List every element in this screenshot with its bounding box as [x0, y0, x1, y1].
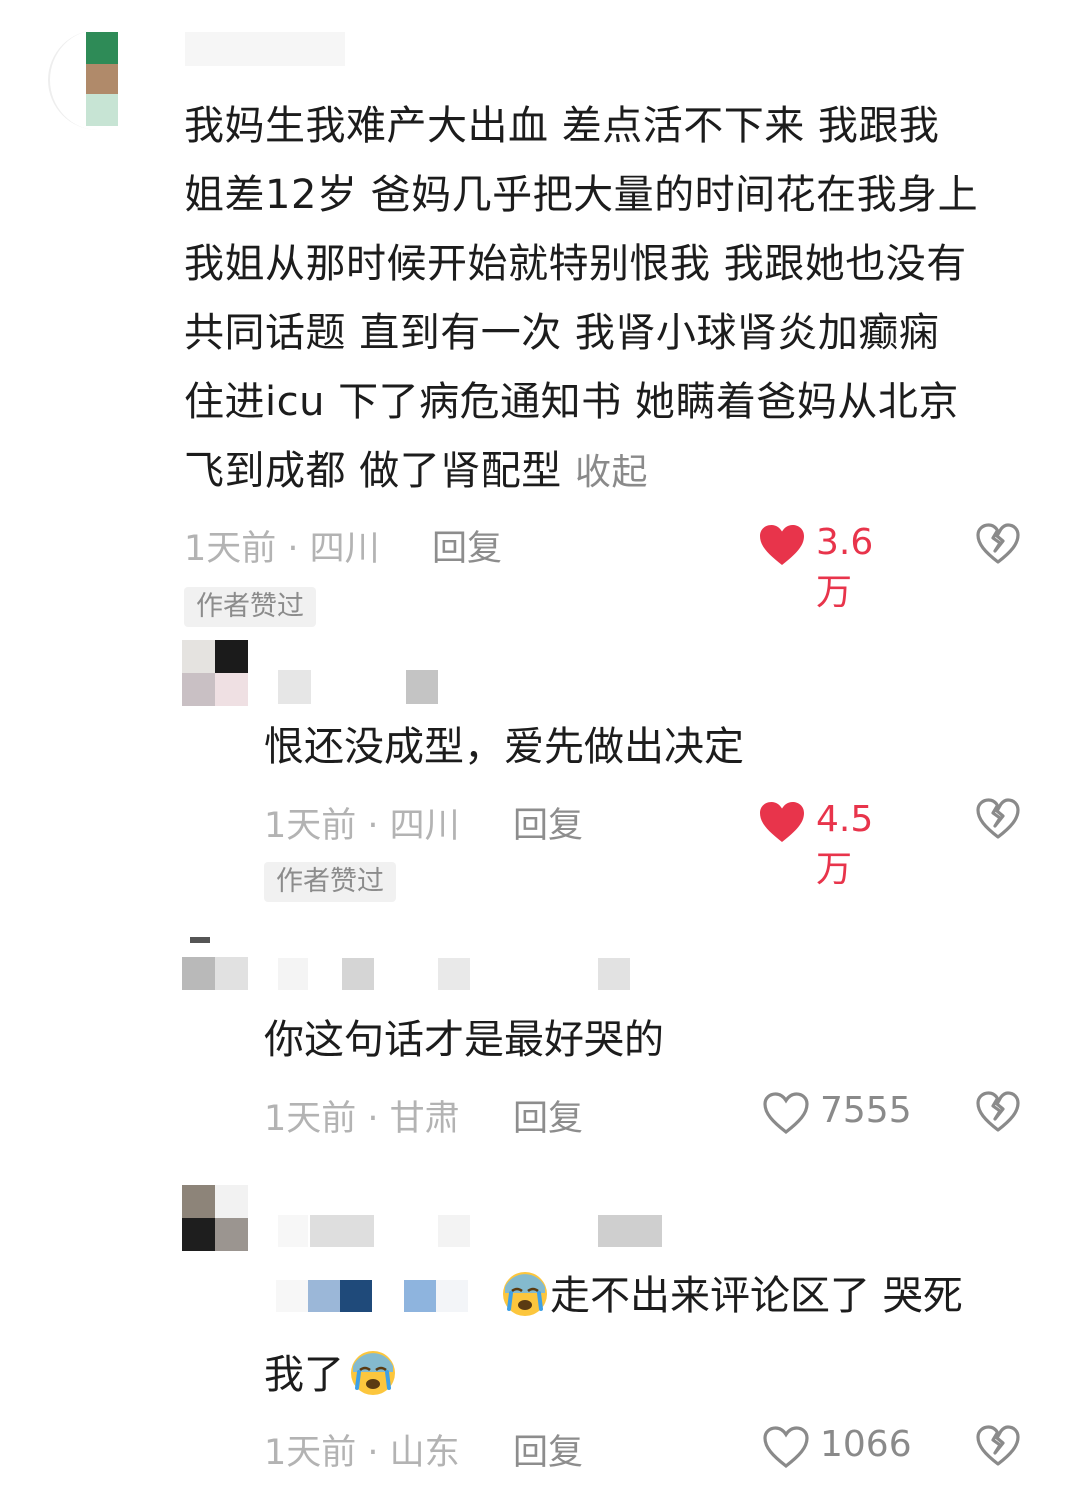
dislike-broken-heart-icon[interactable] [975, 1424, 1021, 1466]
dislike-broken-heart-icon[interactable] [975, 797, 1021, 839]
heart-outline-icon [763, 1426, 809, 1469]
crying-face-emoji [503, 1272, 547, 1316]
comment-line-text: 我了 [264, 1352, 344, 1398]
comment-text-line2: 我了 [264, 1341, 398, 1410]
username[interactable] [278, 670, 448, 704]
crying-face-emoji [351, 1351, 395, 1395]
comment-time-location: 1天前 · 山东 [264, 1433, 460, 1473]
like-button[interactable]: 1066 [762, 1422, 912, 1472]
like-button[interactable]: 3.6万 [758, 520, 908, 613]
avatar[interactable] [182, 937, 248, 993]
comment-line: 共同话题 直到有一次 我肾小球肾炎加癫痫 [184, 310, 940, 356]
mention-username[interactable] [276, 1280, 496, 1314]
reply-button[interactable]: 回复 [513, 1090, 583, 1141]
dislike-broken-heart-icon[interactable] [975, 1090, 1021, 1132]
reply-button[interactable]: 回复 [513, 797, 583, 848]
comment-text: 恨还没成型，爱先做出决定 [264, 724, 744, 770]
author-liked-badge: 作者赞过 [184, 587, 316, 627]
comment-line: 我姐从那时候开始就特别恨我 我跟她也没有 [184, 241, 967, 287]
heart-outline-icon [763, 1092, 809, 1135]
avatar[interactable] [48, 30, 148, 130]
username[interactable] [278, 958, 638, 992]
comment-text: 你这句话才是最好哭的 [264, 1017, 664, 1063]
comment-time-location: 1天前 · 甘肃 [264, 1099, 460, 1139]
avatar[interactable] [182, 1185, 248, 1251]
comment-text: 走不出来评论区了 哭死 [500, 1262, 963, 1331]
like-count: 1066 [820, 1424, 912, 1465]
like-count: 7555 [820, 1090, 912, 1131]
author-liked-badge: 作者赞过 [264, 862, 396, 902]
reply-button[interactable]: 回复 [513, 1424, 583, 1475]
username[interactable] [185, 32, 345, 66]
heart-filled-icon [760, 525, 804, 565]
comment-line-text: 走不出来评论区了 哭死 [550, 1273, 963, 1319]
collapse-link[interactable]: 收起 [575, 452, 648, 493]
comment-line: 飞到成都 做了肾配型 收起 [184, 437, 1064, 507]
like-button[interactable]: 7555 [762, 1088, 912, 1138]
dislike-broken-heart-icon[interactable] [975, 522, 1021, 564]
comment-time-location: 1天前 · 四川 [264, 806, 460, 846]
comment-line: 我妈生我难产大出血 差点活不下来 我跟我 [184, 103, 940, 149]
comment-line: 住进icu 下了病危通知书 她瞒着爸妈从北京 [184, 379, 959, 425]
like-button[interactable]: 4.5万 [758, 797, 908, 890]
heart-filled-icon [760, 802, 804, 842]
avatar[interactable] [182, 640, 248, 706]
comment-text: 我妈生我难产大出血 差点活不下来 我跟我 姐差12岁 爸妈几乎把大量的时间花在我… [184, 92, 1064, 507]
like-count: 4.5万 [816, 799, 874, 890]
comment-line-text: 飞到成都 做了肾配型 [184, 448, 562, 494]
comment-line: 姐差12岁 爸妈几乎把大量的时间花在我身上 [184, 172, 979, 218]
comment-time-location: 1天前 · 四川 [184, 529, 380, 569]
like-count: 3.6万 [816, 522, 874, 613]
reply-button[interactable]: 回复 [432, 520, 502, 571]
username[interactable] [278, 1215, 668, 1249]
